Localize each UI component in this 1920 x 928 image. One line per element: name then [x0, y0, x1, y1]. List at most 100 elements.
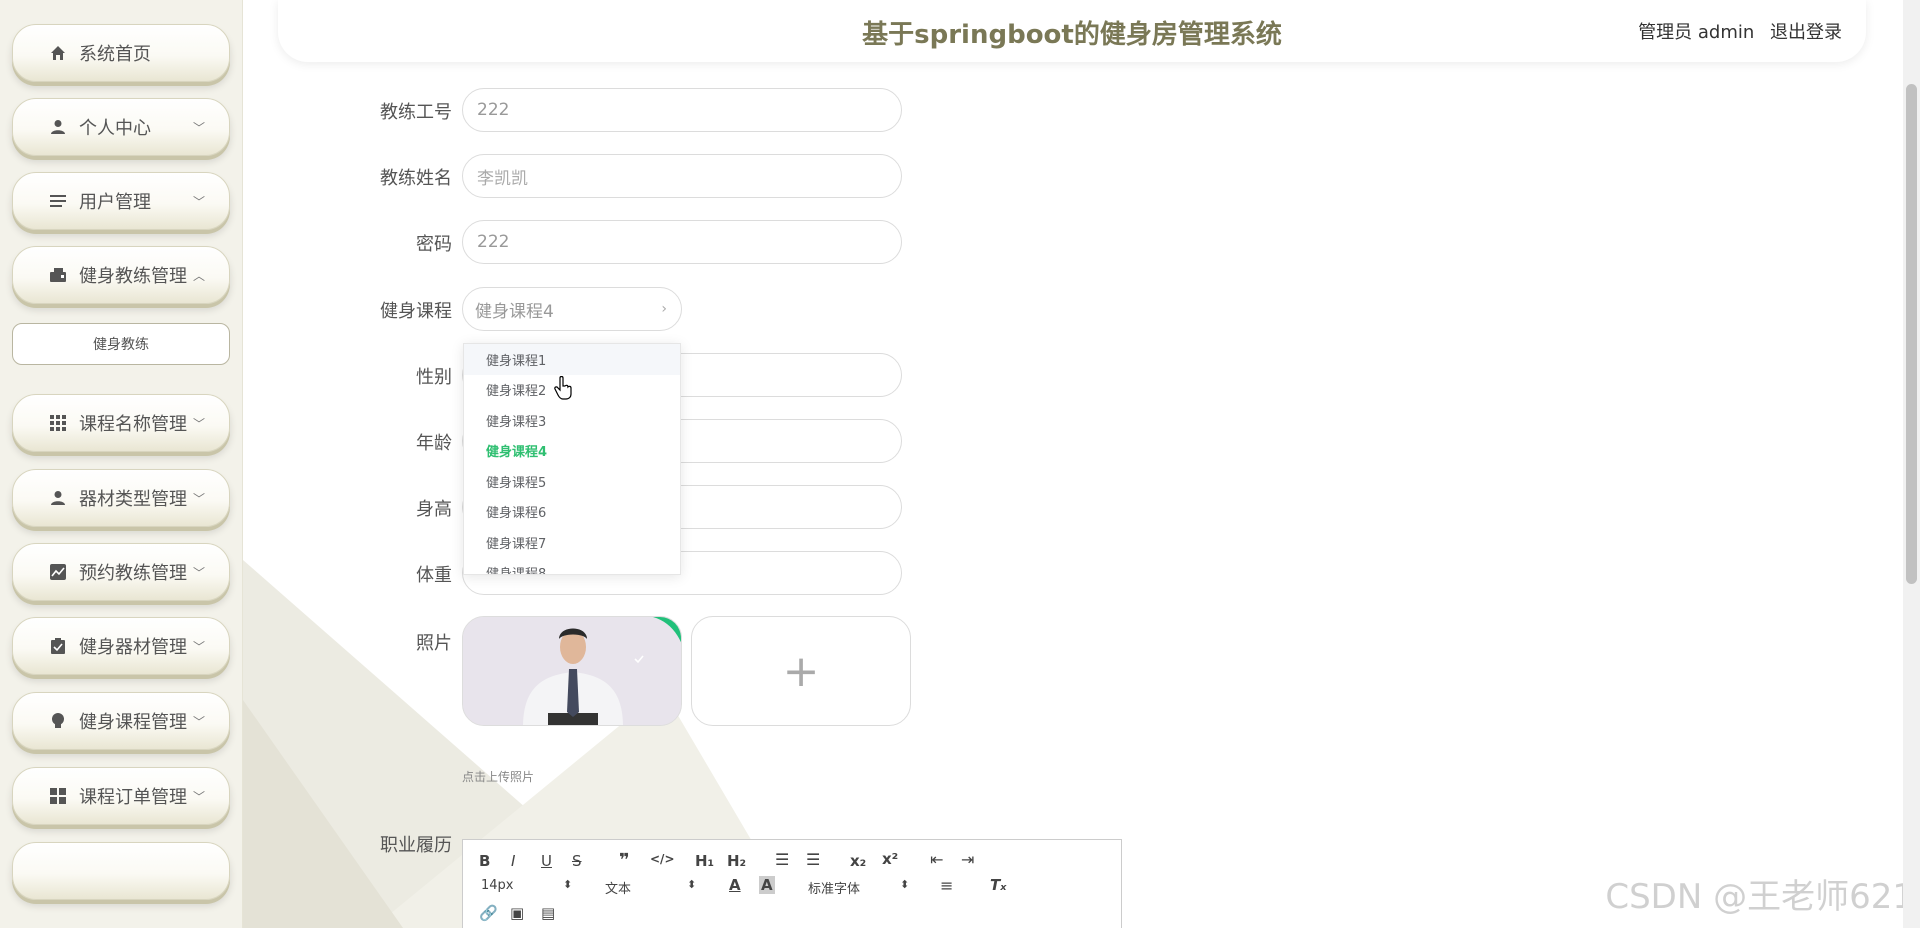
sidebar-item-fitness-course-management[interactable]: 健身课程管理 ﹀ — [12, 692, 230, 750]
image-icon[interactable]: ▣ — [510, 904, 524, 922]
chevron-right-icon: › — [661, 301, 667, 317]
sidebar-item-label: 预约教练管理 — [79, 563, 187, 584]
chevron-down-icon: ﹀ — [192, 195, 205, 209]
clear-format-icon[interactable]: Tₓ — [990, 876, 1006, 894]
chevron-down-icon: ﹀ — [192, 640, 205, 654]
coach-id-label: 教练工号 — [380, 102, 452, 123]
link-icon[interactable]: 🔗 — [479, 904, 498, 922]
sidebar-item-label: 个人中心 — [79, 118, 151, 139]
dropdown-option[interactable]: 健身课程6 — [464, 497, 680, 528]
sidebar-item-label: 课程订单管理 — [79, 787, 187, 808]
watermark: CSDN @王老师621 — [1605, 877, 1914, 917]
scrollbar-thumb[interactable] — [1906, 84, 1917, 584]
font-size-select[interactable]: 14px — [481, 878, 514, 893]
ordered-list-icon[interactable]: ☰ — [775, 850, 789, 869]
current-user: 管理员 admin — [1638, 22, 1755, 43]
sidebar-subitem-coach[interactable]: 健身教练 — [12, 323, 230, 365]
code-icon[interactable]: </> — [650, 852, 675, 866]
clipboard-icon — [47, 635, 69, 657]
indent-icon[interactable]: ⇥ — [961, 850, 974, 869]
list-icon — [47, 190, 69, 212]
logout-link[interactable]: 退出登录 — [1770, 22, 1842, 43]
header: 基于springboot的健身房管理系统 管理员 admin 退出登录 — [278, 0, 1866, 62]
bullet-list-icon[interactable]: ☰ — [806, 850, 820, 869]
chevron-down-icon: ﹀ — [192, 715, 205, 729]
chevron-updown-icon: ⬍ — [687, 878, 697, 891]
dropdown-option[interactable]: 健身课程8 — [464, 558, 680, 574]
gender-label: 性别 — [416, 367, 452, 388]
coach-name-label: 教练姓名 — [380, 168, 452, 189]
sidebar-item-more[interactable] — [12, 842, 230, 900]
add-photo-button[interactable]: + — [691, 616, 911, 726]
bold-button[interactable]: B — [479, 852, 490, 870]
apps-icon — [47, 785, 69, 807]
bulb-icon — [47, 710, 69, 732]
block-format-select[interactable]: 文本 — [605, 878, 631, 897]
course-select[interactable]: 健身课程4 › — [462, 287, 682, 331]
chevron-down-icon: ﹀ — [192, 790, 205, 804]
sidebar-item-label: 系统首页 — [79, 44, 151, 65]
coach-name-field[interactable]: 李凯凯 — [462, 154, 902, 198]
sidebar-item-order-management[interactable]: 课程订单管理 ﹀ — [12, 767, 230, 825]
chevron-updown-icon: ⬍ — [900, 878, 910, 891]
sidebar-item-label: 课程名称管理 — [79, 414, 187, 435]
subscript-button[interactable]: x₂ — [850, 852, 866, 870]
outdent-icon[interactable]: ⇤ — [930, 850, 943, 869]
sidebar: 系统首页 个人中心 ﹀ 用户管理 ﹀ 健身教练管理 ︿ 健身教练 课程名称管理 … — [0, 0, 243, 928]
height-label: 身高 — [416, 499, 452, 520]
chevron-down-icon: ﹀ — [192, 492, 205, 506]
chevron-up-icon: ︿ — [192, 269, 205, 283]
sidebar-item-user-management[interactable]: 用户管理 ﹀ — [12, 172, 230, 230]
superscript-button[interactable]: x² — [882, 850, 898, 868]
age-label: 年龄 — [416, 433, 452, 454]
align-icon[interactable]: ≡ — [940, 876, 953, 895]
password-label: 密码 — [416, 234, 452, 255]
text-color-icon[interactable]: A — [729, 876, 741, 894]
chevron-down-icon: ﹀ — [192, 121, 205, 135]
person-photo-image — [463, 617, 681, 725]
chevron-down-icon: ﹀ — [192, 417, 205, 431]
hand-cursor-icon — [554, 375, 574, 404]
photo-label: 照片 — [416, 633, 452, 654]
dropdown-option[interactable]: 健身课程7 — [464, 527, 680, 558]
dropdown-option[interactable]: 健身课程1 — [464, 344, 680, 375]
underline-button[interactable]: U — [541, 852, 552, 870]
background-color-icon[interactable]: A — [759, 876, 775, 894]
password-field[interactable]: 222 — [462, 220, 902, 264]
chart-icon — [47, 561, 69, 583]
sidebar-item-course-name-management[interactable]: 课程名称管理 ﹀ — [12, 394, 230, 452]
font-family-select[interactable]: 标准字体 — [808, 878, 860, 897]
rich-text-editor[interactable]: B I U S ❞ </> H₁ H₂ ☰ ☰ x₂ x² ⇤ ⇥ 14px ⬍… — [462, 839, 1122, 928]
video-icon[interactable]: ▤ — [541, 904, 555, 922]
sidebar-item-equipment-management[interactable]: 健身器材管理 ﹀ — [12, 617, 230, 675]
user-icon — [47, 487, 69, 509]
user-icon — [47, 116, 69, 138]
coach-id-field[interactable]: 222 — [462, 88, 902, 132]
wallet-icon — [47, 264, 69, 286]
uploaded-photo[interactable] — [462, 616, 682, 726]
scrollbar[interactable] — [1903, 0, 1920, 928]
course-label: 健身课程 — [380, 301, 452, 322]
h1-button[interactable]: H₁ — [695, 852, 714, 870]
strike-button[interactable]: S — [572, 852, 582, 870]
chevron-down-icon: ﹀ — [192, 566, 205, 580]
quote-icon[interactable]: ❞ — [619, 850, 630, 871]
sidebar-item-coach-management[interactable]: 健身教练管理 ︿ — [12, 246, 230, 304]
h2-button[interactable]: H₂ — [727, 852, 746, 870]
italic-button[interactable]: I — [511, 852, 515, 870]
sidebar-item-booking-management[interactable]: 预约教练管理 ﹀ — [12, 543, 230, 601]
plus-icon: + — [782, 645, 820, 697]
sidebar-item-label: 用户管理 — [79, 192, 151, 213]
sidebar-item-personal-center[interactable]: 个人中心 ﹀ — [12, 98, 230, 156]
dropdown-option[interactable]: 健身课程5 — [464, 466, 680, 497]
sidebar-item-equipment-type-management[interactable]: 器材类型管理 ﹀ — [12, 469, 230, 527]
home-icon — [47, 42, 69, 64]
sidebar-item-label: 健身器材管理 — [79, 637, 187, 658]
sidebar-item-label: 健身教练管理 — [79, 266, 187, 287]
dropdown-option-selected[interactable]: 健身课程4 — [464, 436, 680, 467]
sidebar-item-home[interactable]: 系统首页 — [12, 24, 230, 82]
grid-icon — [47, 412, 69, 434]
chevron-updown-icon: ⬍ — [563, 878, 573, 891]
dropdown-option[interactable]: 健身课程3 — [464, 405, 680, 436]
user-area: 管理员 admin 退出登录 — [1628, 18, 1842, 44]
